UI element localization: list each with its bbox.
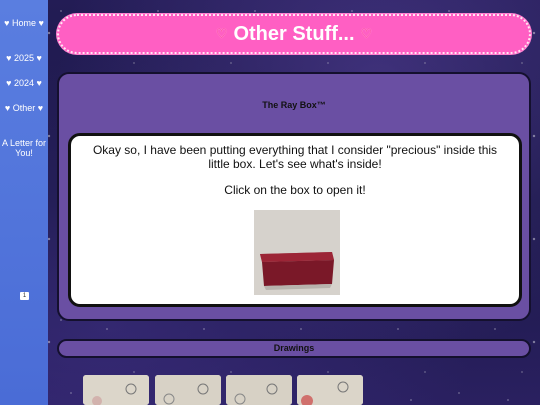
page-title: Other Stuff... xyxy=(233,22,355,45)
ray-box-cta: Click on the box to open it! xyxy=(224,183,366,197)
sidebar: ♥ Home ♥ ♥ 2025 ♥ ♥ 2024 ♥ ♥ Other ♥ A L… xyxy=(0,0,48,405)
sidebar-badge[interactable]: 1 xyxy=(20,292,29,300)
sidebar-item-letter[interactable]: A Letter for You! xyxy=(0,138,48,158)
ray-box-description: Okay so, I have been putting everything … xyxy=(92,143,498,171)
drawing-image-icon xyxy=(297,375,363,405)
drawing-image-icon xyxy=(83,375,149,405)
ray-box-image[interactable] xyxy=(254,210,340,295)
drawing-thumbnail[interactable] xyxy=(226,375,292,405)
drawing-thumbnail[interactable] xyxy=(297,375,363,405)
gift-box-icon xyxy=(254,210,340,295)
sidebar-item-2025[interactable]: ♥ 2025 ♥ xyxy=(0,53,48,63)
heart-right-icon: ♡ xyxy=(360,26,373,41)
sidebar-item-home[interactable]: ♥ Home ♥ xyxy=(0,18,48,28)
drawing-thumbnail[interactable] xyxy=(83,375,149,405)
ray-box-content: Okay so, I have been putting everything … xyxy=(68,133,522,307)
ray-box-title: The Ray Box™ xyxy=(262,100,326,110)
drawing-thumbnail[interactable] xyxy=(155,375,221,405)
sidebar-item-other[interactable]: ♥ Other ♥ xyxy=(0,103,48,113)
drawing-image-icon xyxy=(226,375,292,405)
drawings-header[interactable]: Drawings xyxy=(57,339,531,358)
drawing-image-icon xyxy=(155,375,221,405)
heart-left-icon: ♡ xyxy=(215,26,228,41)
page-header: ♡ Other Stuff... ♡ xyxy=(57,14,531,54)
sidebar-item-2024[interactable]: ♥ 2024 ♥ xyxy=(0,78,48,88)
ray-box-panel: The Ray Box™ Okay so, I have been puttin… xyxy=(57,72,531,321)
